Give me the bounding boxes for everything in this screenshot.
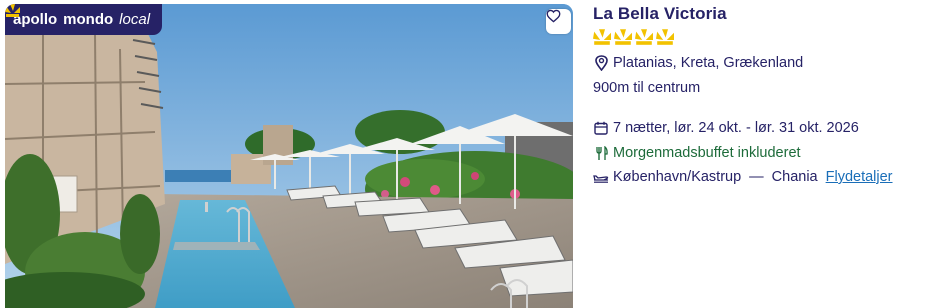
favorite-button[interactable] [546,9,571,34]
flight-info: København/Kastrup — Chania Flydetaljer [593,169,893,185]
location-text: Platanias, Kreta, Grækenland [613,55,804,71]
star-icon [656,29,674,45]
hotel-rating [593,29,674,45]
cutlery-icon [593,145,609,161]
star-icon [635,29,653,45]
brand-name-local: local [119,11,151,28]
plane-icon [593,169,609,185]
distance-text: 900m til centrum [593,80,701,96]
distance-to-center: 900m til centrum [593,80,700,96]
brand-badge: apollo mondo local [5,4,163,35]
location-pin-icon [593,55,609,71]
star-icon [593,29,611,45]
calendar-icon [593,120,609,136]
flight-details-link[interactable]: Flydetaljer [826,169,893,185]
hotel-card[interactable]: apollo mondo local La Bella Victoria Pla… [0,0,927,308]
arrival-airport: Chania [771,169,818,185]
brand-name-mondo: mondo [63,11,114,28]
hotel-name[interactable]: La Bella Victoria [593,4,727,24]
hotel-location: Platanias, Kreta, Grækenland [593,55,803,71]
hotel-photo[interactable]: apollo mondo local [5,4,573,308]
board-type: Morgenmadsbuffet inkluderet [593,145,801,161]
route-separator: — [749,169,764,185]
board-text: Morgenmadsbuffet inkluderet [613,145,801,161]
trip-dates: 7 nætter, lør. 24 okt. - lør. 31 okt. 20… [593,120,859,136]
dates-text: 7 nætter, lør. 24 okt. - lør. 31 okt. 20… [613,120,859,136]
star-icon [614,29,632,45]
hotel-pool-image [5,4,573,308]
departure-airport: København/Kastrup [613,169,742,185]
heart-icon [546,9,561,23]
